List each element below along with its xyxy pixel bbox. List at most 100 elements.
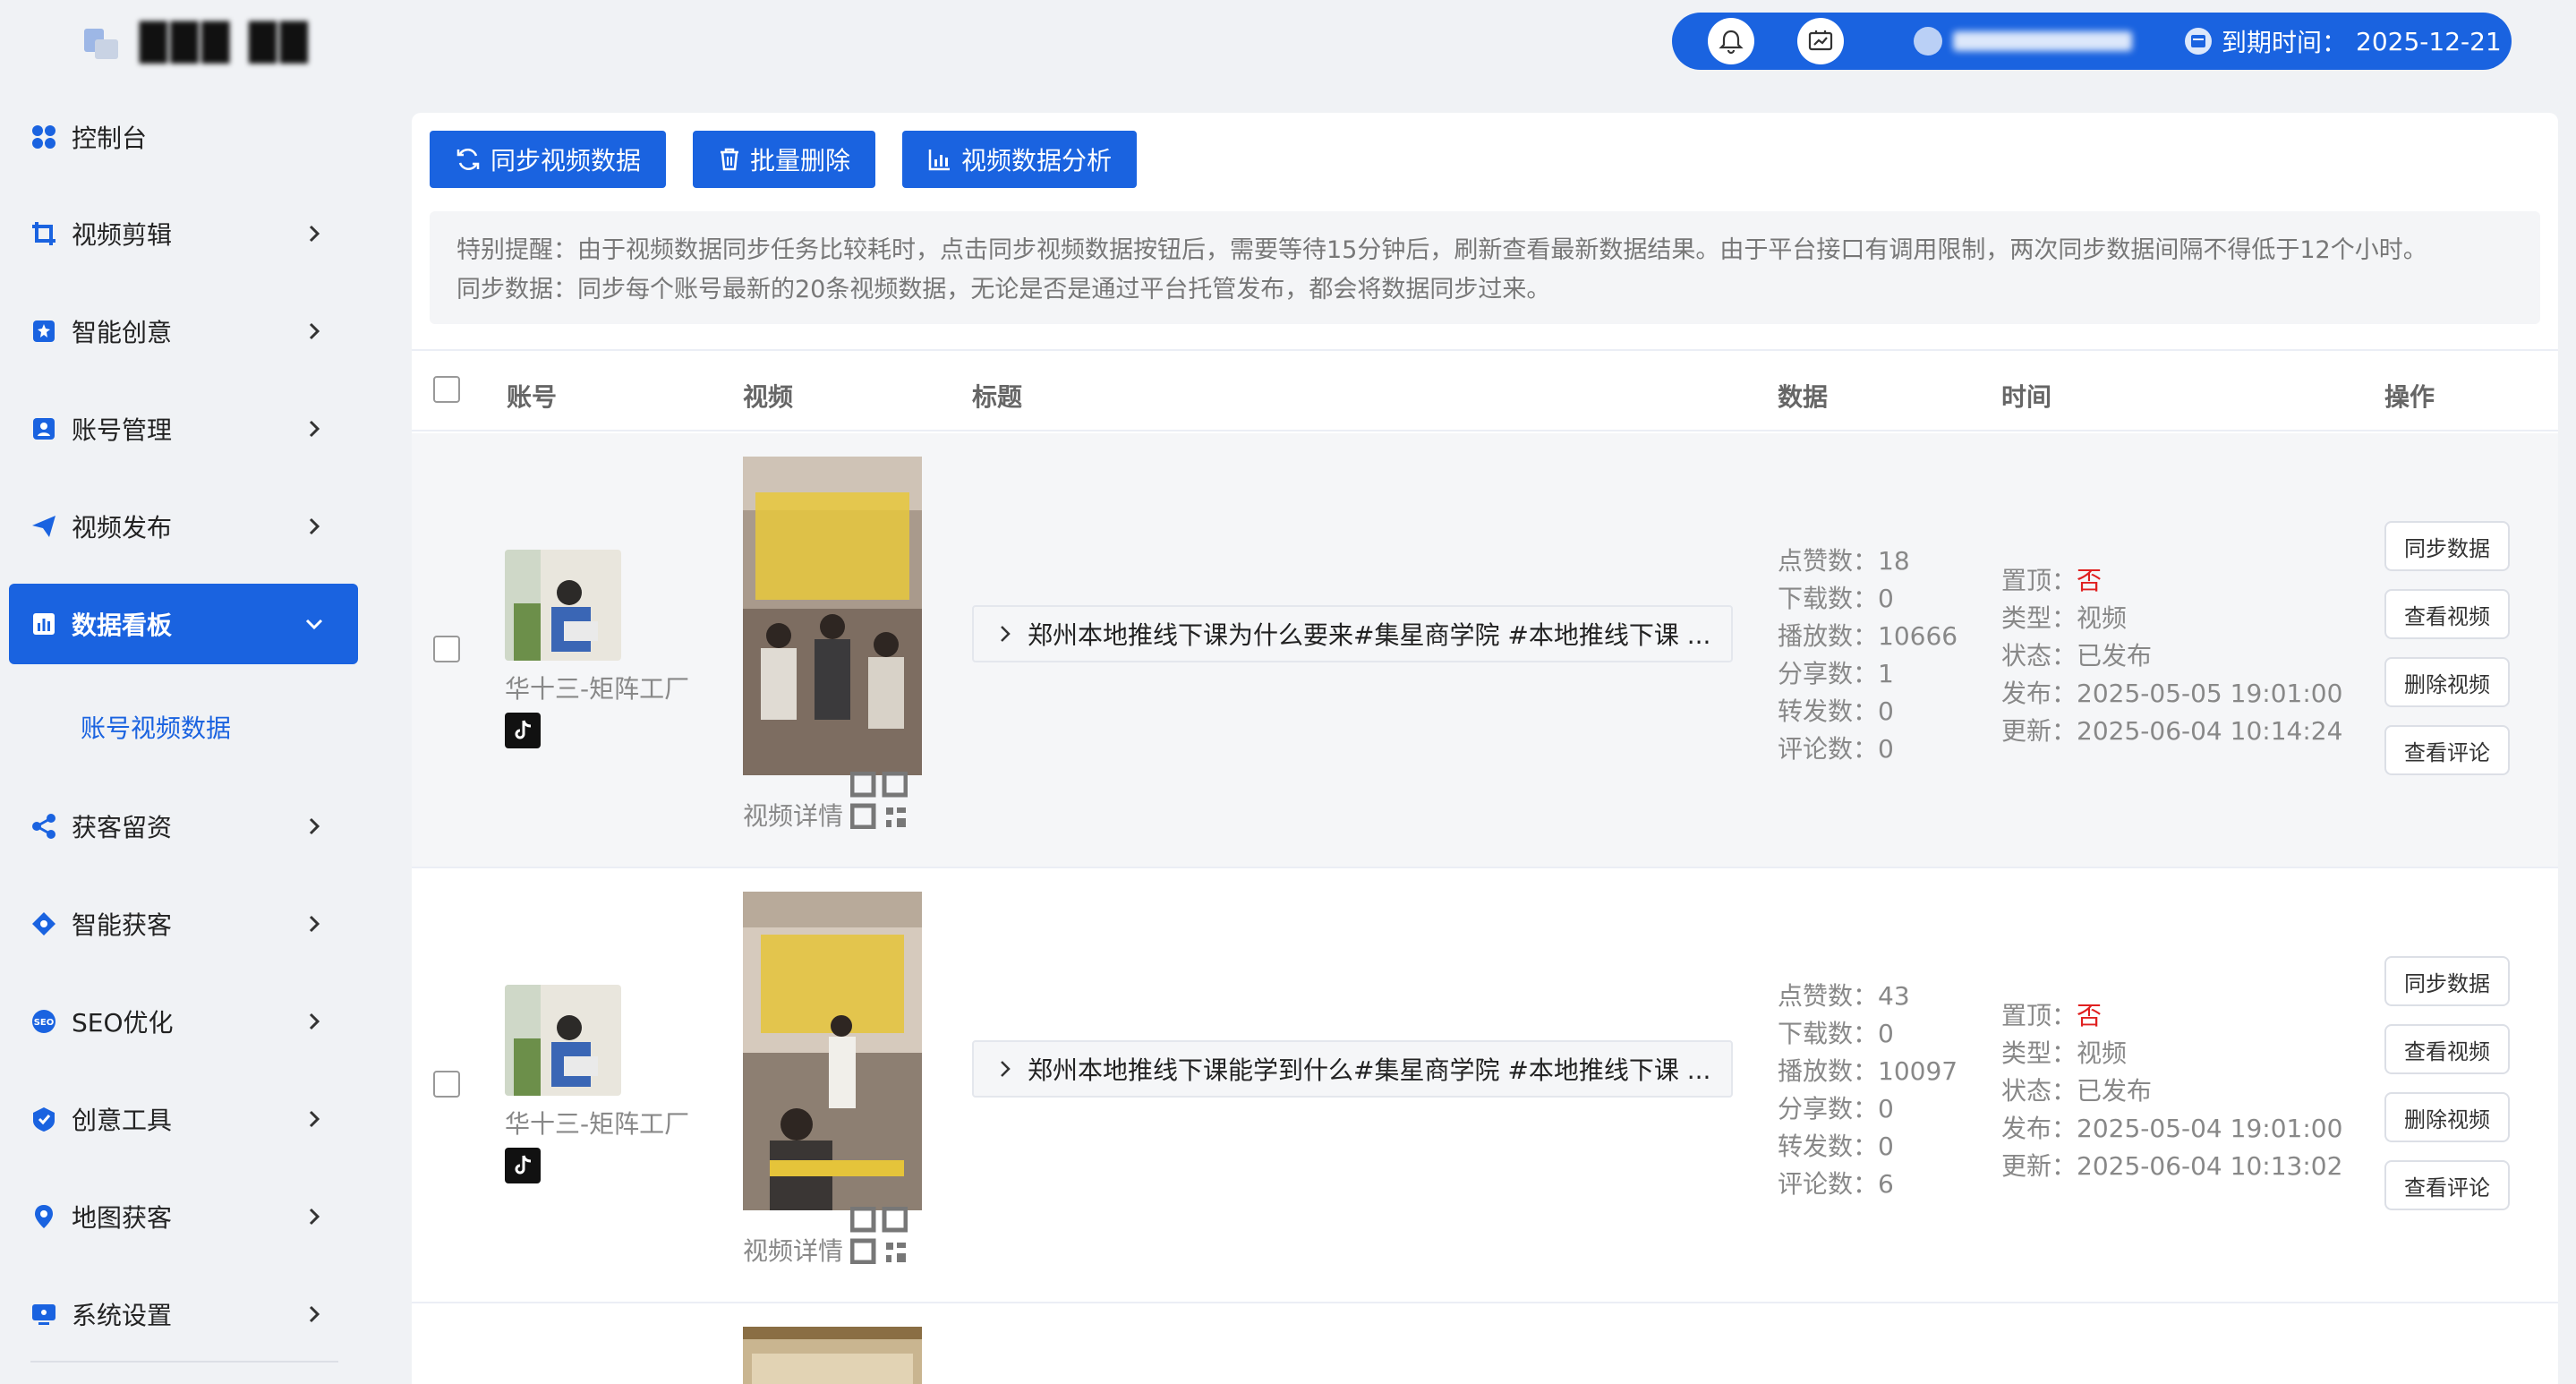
pinned-label: 置顶：: [2001, 566, 2077, 595]
updated-value: 2025-06-04 10:13:02: [2077, 1151, 2343, 1181]
video-detail-link[interactable]: 视频详情: [743, 1232, 843, 1268]
sync-data-button[interactable]: 同步数据: [2384, 956, 2510, 1006]
qrcode-icon[interactable]: [850, 772, 908, 829]
shares-label: 分享数：: [1778, 659, 1879, 688]
account-avatar[interactable]: [505, 985, 621, 1096]
pinned-label: 置顶：: [2001, 1001, 2077, 1030]
sidebar-item-label: 智能获客: [72, 910, 173, 940]
user-name-redacted: [1953, 31, 2132, 51]
video-thumbnail[interactable]: [743, 1327, 922, 1384]
downloads-label: 下载数：: [1778, 584, 1879, 613]
batch-delete-button[interactable]: 批量删除: [693, 131, 876, 188]
video-title-expander[interactable]: 郑州本地推线下课为什么要来#集星商学院 #本地推线下课 ...: [972, 605, 1733, 662]
chevron-right-icon: [309, 1110, 320, 1128]
video-analysis-button[interactable]: 视频数据分析: [902, 131, 1138, 188]
sidebar-subitem-account-video-data[interactable]: 账号视频数据: [81, 709, 231, 745]
sidebar-item-label: 数据看板: [72, 611, 173, 640]
shares-value: 0: [1878, 1094, 1894, 1123]
seo-icon: SEO: [30, 1008, 57, 1035]
delete-video-button[interactable]: 删除视频: [2384, 1092, 2510, 1142]
sidebar-item-system-settings[interactable]: 系统设置: [9, 1274, 358, 1354]
target-icon: [30, 910, 57, 937]
shares-value: 1: [1878, 659, 1894, 688]
sidebar-item-account-manage[interactable]: 账号管理: [9, 389, 358, 469]
sidebar-item-label: 创意工具: [72, 1106, 173, 1135]
downloads-value: 0: [1878, 584, 1894, 613]
sidebar-divider: [30, 1361, 338, 1363]
sidebar-item-label: 获客留资: [72, 813, 173, 842]
shares-label: 分享数：: [1778, 1094, 1879, 1123]
likes-value: 43: [1878, 981, 1910, 1011]
account-avatar[interactable]: [505, 550, 621, 661]
header-data: 数据: [1778, 382, 1829, 412]
sidebar-item-seo[interactable]: SEO SEO优化: [9, 981, 358, 1062]
chevron-right-icon: [309, 1012, 320, 1030]
published-value: 2025-05-05 19:01:00: [2077, 679, 2343, 708]
trash-icon: [721, 148, 739, 171]
video-thumbnail[interactable]: [743, 892, 922, 1210]
view-comments-button[interactable]: 查看评论: [2384, 725, 2510, 775]
sidebar-item-label: 账号管理: [72, 415, 173, 445]
header-bar: 到期时间： 2025-12-21: [1672, 13, 2512, 70]
toolbar: 同步视频数据 批量删除 视频数据分析: [430, 131, 1138, 188]
pinned-value: 否: [2077, 1001, 2103, 1030]
row-actions: 同步数据 查看视频 删除视频 查看评论: [2384, 521, 2510, 775]
sync-video-data-button[interactable]: 同步视频数据: [430, 131, 667, 188]
sidebar-item-label: 智能创意: [72, 318, 173, 347]
row-checkbox[interactable]: [433, 1071, 460, 1098]
view-comments-button[interactable]: 查看评论: [2384, 1160, 2510, 1210]
monitor-icon: [30, 1301, 57, 1328]
video-detail-link[interactable]: 视频详情: [743, 797, 843, 833]
chevron-right-icon: [309, 322, 320, 340]
sidebar-item-smart-acquire[interactable]: 智能获客: [9, 884, 358, 964]
view-video-button[interactable]: 查看视频: [2384, 589, 2510, 639]
user-menu[interactable]: [1912, 25, 2132, 57]
chevron-right-icon: [309, 517, 320, 535]
status-label: 状态：: [2001, 641, 2077, 671]
plays-value: 10666: [1878, 621, 1958, 651]
type-label: 类型：: [2001, 603, 2077, 633]
view-video-button[interactable]: 查看视频: [2384, 1024, 2510, 1074]
brand-logo[interactable]: ███ ██: [81, 16, 311, 70]
notice-line-2: 同步数据：同步每个账号最新的20条视频数据，无论是否是通过平台托管发布，都会将数…: [456, 276, 1551, 303]
sidebar-item-map-acquire[interactable]: 地图获客: [9, 1176, 358, 1257]
forwards-label: 转发数：: [1778, 696, 1879, 726]
video-thumbnail[interactable]: [743, 457, 922, 775]
sidebar-item-dashboard[interactable]: 控制台: [9, 97, 358, 177]
comments-label: 评论数：: [1778, 1169, 1879, 1199]
video-title-expander[interactable]: 郑州本地推线下课能学到什么#集星商学院 #本地推线下课 ...: [972, 1040, 1733, 1098]
video-time-info: 置顶：否 类型：视频 状态：已发布 发布：2025-05-04 19:01:00…: [2001, 997, 2342, 1185]
published-value: 2025-05-04 19:01:00: [2077, 1114, 2343, 1143]
sync-data-button[interactable]: 同步数据: [2384, 521, 2510, 571]
video-stats: 点赞数：43 下载数：0 播放数：10097 分享数：0 转发数：0 评论数：6: [1778, 978, 1958, 1203]
sidebar-item-creative-tools[interactable]: 创意工具: [9, 1079, 358, 1159]
delete-video-button[interactable]: 删除视频: [2384, 657, 2510, 707]
header-account: 账号: [507, 382, 558, 412]
comments-value: 6: [1878, 1169, 1894, 1199]
row-actions: 同步数据 查看视频 删除视频 查看评论: [2384, 956, 2510, 1210]
sidebar-item-smart-creative[interactable]: 智能创意: [9, 291, 358, 372]
screen-record-button[interactable]: [1797, 18, 1844, 64]
video-title: 郑州本地推线下课为什么要来#集星商学院 #本地推线下课 ...: [1028, 620, 1711, 650]
sidebar-item-video-publish[interactable]: 视频发布: [9, 486, 358, 567]
chevron-right-icon: [309, 420, 320, 438]
select-all-checkbox[interactable]: [433, 376, 460, 403]
chevron-right-icon: [309, 1305, 320, 1323]
qrcode-icon[interactable]: [850, 1207, 908, 1264]
row-checkbox[interactable]: [433, 636, 460, 662]
magic-icon: [30, 318, 57, 345]
video-thumbnail-image: [743, 892, 922, 1210]
sidebar-item-data-board[interactable]: 数据看板: [9, 584, 358, 664]
sidebar-item-video-edit[interactable]: 视频剪辑: [9, 193, 358, 274]
account-icon: [30, 415, 57, 442]
status-value: 已发布: [2077, 641, 2153, 671]
svg-text:SEO: SEO: [34, 1018, 55, 1028]
type-value: 视频: [2077, 603, 2128, 633]
video-thumbnail-image: [743, 457, 922, 775]
sidebar-item-lead-capture[interactable]: 获客留资: [9, 786, 358, 867]
chevron-right-icon: [309, 817, 320, 835]
downloads-label: 下载数：: [1778, 1019, 1879, 1048]
likes-label: 点赞数：: [1778, 546, 1879, 576]
video-time-info: 置顶：否 类型：视频 状态：已发布 发布：2025-05-05 19:01:00…: [2001, 562, 2342, 750]
notification-button[interactable]: [1708, 18, 1754, 64]
